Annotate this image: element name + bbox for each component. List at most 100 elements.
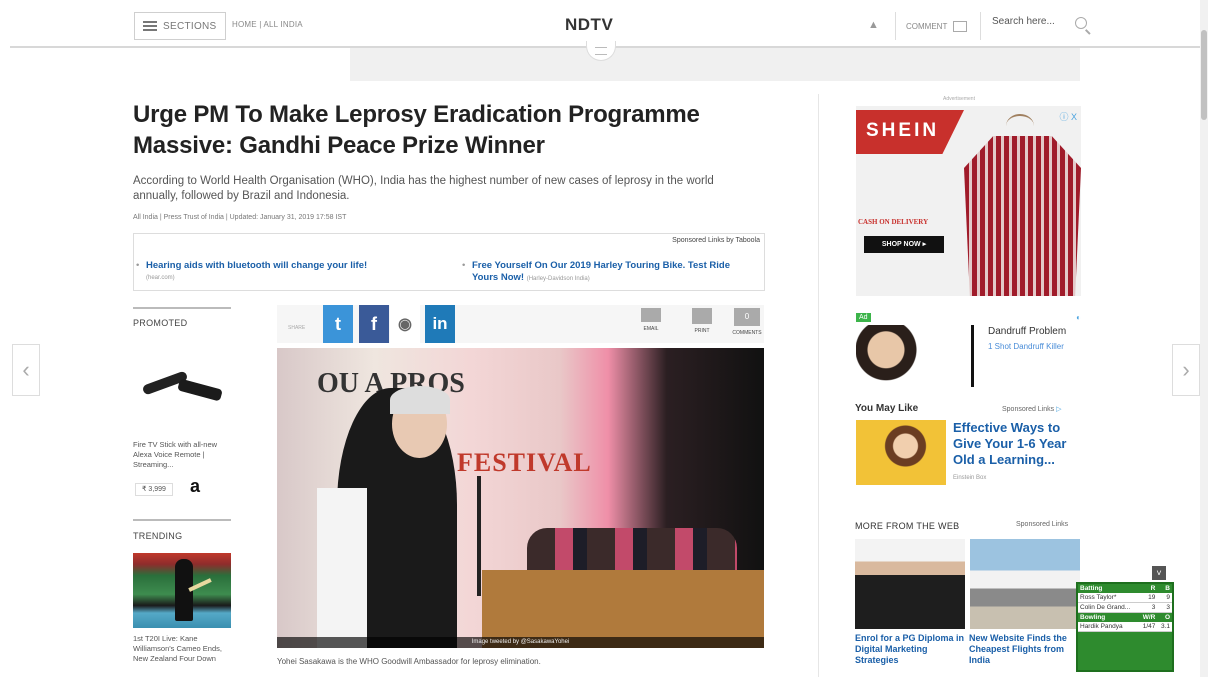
search-input[interactable] (992, 16, 1070, 27)
batsman-balls: 9 (1157, 593, 1172, 603)
trending-cricket-image[interactable] (133, 553, 231, 628)
sponsored-link-title: Hearing aids with bluetooth will change … (146, 260, 368, 271)
trending-label: TRENDING (133, 531, 183, 541)
breadcrumb[interactable]: HOME | ALL INDIA (232, 20, 303, 29)
speaker-hair (390, 386, 450, 414)
share-toolbar: SHARE t f ◉ in EMAIL PRINT 0 COMMENTS (277, 305, 764, 343)
score-widget-collapse-icon[interactable]: ˅ (1152, 566, 1166, 580)
trending-headline[interactable]: 1st T20I Live: Kane Williamson's Cameo E… (133, 634, 233, 664)
ad-choices-icon[interactable]: ⓘ X (1059, 110, 1077, 123)
print-label: PRINT (694, 328, 710, 334)
print-button[interactable]: PRINT (684, 308, 720, 334)
more-from-web-item[interactable]: New Website Finds the Cheapest Flights f… (969, 633, 1079, 666)
sponsored-link-source: (hear.com) (146, 275, 175, 281)
more-from-web-sponsored[interactable]: Sponsored Links (1016, 521, 1068, 528)
batsman-runs: 19 (1138, 593, 1158, 603)
article-byline: All India | Press Trust of India | Updat… (133, 214, 347, 221)
bowler-wr: 1/47 (1138, 622, 1158, 632)
you-may-like-sponsored[interactable]: Sponsored Links ▷ (1002, 405, 1062, 413)
scrollbar-thumb[interactable] (1201, 30, 1207, 120)
shein-logo: SHEIN (856, 110, 964, 154)
sponsored-link-source: (Harley-Davidson India) (526, 276, 590, 282)
photo-banner-text: FESTIVAL (457, 448, 592, 477)
ndtv-logo[interactable]: NDTV (565, 15, 613, 35)
search-icon[interactable] (1075, 17, 1087, 29)
bowler-name: Hardik Pandya (1078, 622, 1139, 632)
reddit-share-icon[interactable]: ◉ (390, 305, 420, 343)
dandruff-ad-title: Dandruff Problem (988, 326, 1067, 337)
cash-on-delivery-label: CASH ON DELIVERY (858, 218, 929, 226)
shein-ad[interactable]: SHEIN ⓘ X CASH ON DELIVERY SHOP NOW ▸ (856, 106, 1081, 296)
child-learning-image[interactable] (856, 420, 946, 485)
sponsored-link-1[interactable]: Hearing aids with bluetooth will change … (136, 260, 436, 284)
email-label: EMAIL (643, 326, 659, 332)
next-article-arrow[interactable]: › (1172, 344, 1200, 396)
batsman-name: Ross Taylor* (1078, 593, 1139, 603)
table-row: Colin De Grand... 3 3 (1078, 602, 1172, 613)
more-from-web-label: MORE FROM THE WEB (855, 521, 960, 531)
taboola-label[interactable]: Sponsored Links by Taboola (672, 237, 760, 244)
comment-label: COMMENT (906, 21, 948, 31)
comments-count-icon: 0 (734, 308, 760, 326)
sections-label: SECTIONS (163, 20, 217, 32)
you-may-like-source: Einstein Box (953, 475, 987, 481)
promoted-divider (133, 307, 231, 309)
promoted-label: PROMOTED (133, 318, 188, 328)
wr-header: W/R (1142, 614, 1156, 621)
students-image[interactable] (855, 539, 965, 629)
sections-button[interactable]: SECTIONS (134, 12, 226, 40)
you-may-like-label: You May Like (855, 403, 919, 414)
ad-info-icon[interactable]: ◐ (1076, 313, 1081, 322)
notification-bell-icon[interactable]: ▲ (868, 19, 879, 31)
trending-divider (133, 519, 231, 521)
seated-audience (527, 528, 737, 573)
article-synopsis: According to World Health Organisation (… (133, 175, 714, 202)
more-from-web-item[interactable]: Enrol for a PG Diploma in Digital Market… (855, 633, 965, 666)
promo-text[interactable]: Fire TV Stick with all-new Alexa Voice R… (133, 440, 229, 470)
previous-article-arrow[interactable]: ‹ (12, 344, 40, 396)
printer-icon (692, 308, 712, 324)
airport-planes-image[interactable] (970, 539, 1080, 629)
comments-label: COMMENTS (732, 330, 762, 336)
batsman-runs: 3 (1138, 602, 1158, 613)
woman-hair-image (856, 325, 931, 387)
envelope-icon (641, 308, 661, 322)
ad-badge: Ad (856, 313, 871, 322)
batsman-balls: 3 (1157, 602, 1172, 613)
email-button[interactable]: EMAIL (633, 308, 669, 332)
fire-tv-stick-image[interactable] (140, 364, 225, 409)
top-ad-strip (350, 48, 1080, 81)
dandruff-ad[interactable]: Ad ◐ Dandruff Problem 1 Shot Dandruff Ki… (856, 313, 1081, 388)
hanger-icon (1006, 114, 1034, 138)
comment-icon (953, 20, 968, 32)
batting-table: Batting R B Ross Taylor* 19 9 Colin De G… (1078, 584, 1172, 632)
article-headline: Urge PM To Make Leprosy Eradication Prog… (133, 101, 700, 159)
hamburger-icon (143, 21, 157, 31)
striped-blouse-image (964, 136, 1081, 296)
dandruff-ad-subtitle: 1 Shot Dandruff Killer (988, 342, 1064, 351)
amazon-logo-icon[interactable]: a (190, 476, 200, 497)
live-score-widget[interactable]: Batting R B Ross Taylor* 19 9 Colin De G… (1076, 582, 1174, 672)
shop-now-button[interactable]: SHOP NOW ▸ (864, 236, 944, 253)
sponsored-links-box: Sponsored Links by Taboola Hearing aids … (133, 233, 765, 291)
facebook-share-icon[interactable]: f (359, 305, 389, 343)
twitter-share-icon[interactable]: t (323, 305, 353, 343)
comments-button[interactable]: 0 COMMENTS (729, 308, 765, 336)
overs-header: O (1164, 614, 1170, 621)
balls-header: B (1165, 585, 1170, 592)
batsman-name: Colin De Grand... (1078, 602, 1139, 613)
share-label: SHARE (288, 325, 306, 331)
column-divider (818, 94, 819, 677)
comment-button[interactable]: COMMENT (895, 12, 981, 40)
taboola-play-icon: ▷ (1056, 406, 1062, 413)
bowler-overs: 3.1 (1157, 622, 1172, 632)
speaker-shirt (317, 488, 367, 648)
ad-separator (971, 325, 974, 387)
you-may-like-title[interactable]: Effective Ways to Give Your 1-6 Year Old… (953, 420, 1078, 468)
article-photo: OU A PROS FESTIVAL Image tweeted by @Sas… (277, 348, 764, 648)
linkedin-share-icon[interactable]: in (425, 305, 455, 343)
promo-price[interactable]: ₹ 3,999 (135, 483, 173, 496)
sponsored-link-2[interactable]: Free Yourself On Our 2019 Harley Touring… (462, 260, 752, 285)
bowling-header: Bowling (1080, 614, 1106, 621)
photo-caption: Yohei Sasakawa is the WHO Goodwill Ambas… (277, 657, 541, 666)
